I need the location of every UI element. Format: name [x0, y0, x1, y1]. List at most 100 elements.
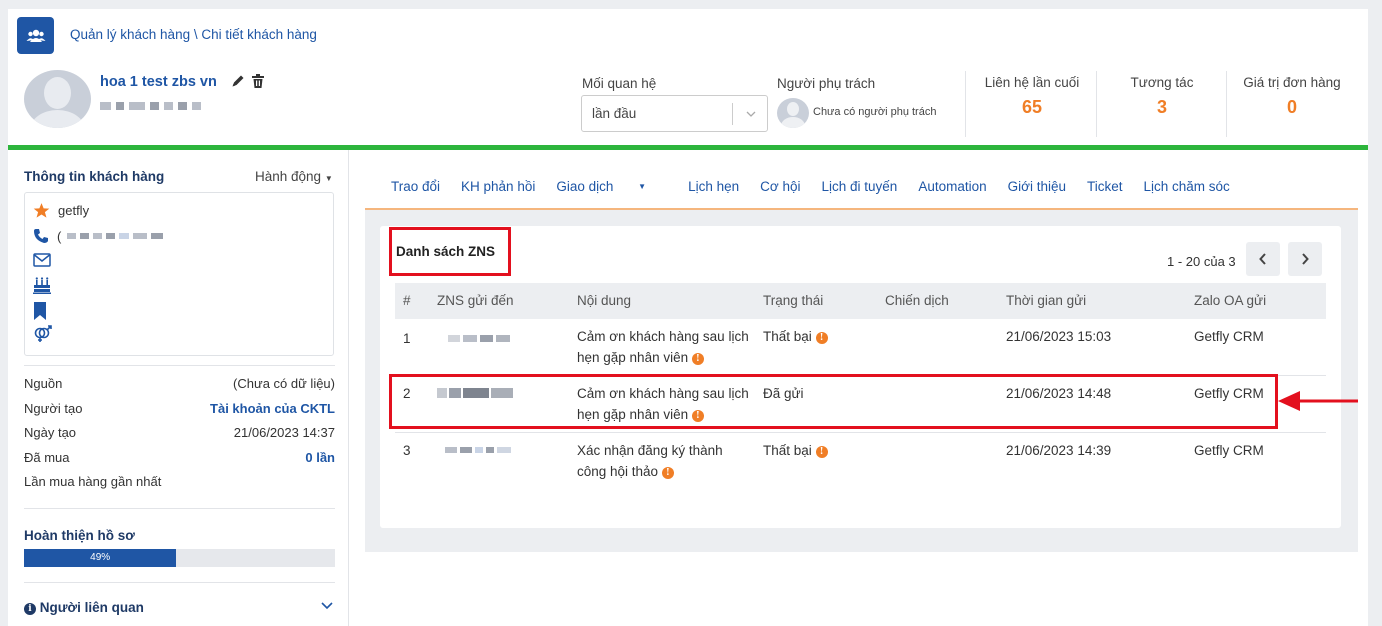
info-circle-icon[interactable]: ! — [661, 467, 674, 479]
row-sent-time: 21/06/2023 14:39 — [1006, 443, 1112, 458]
col-recipient: ZNS gửi đến — [437, 293, 514, 308]
table-row[interactable]: 1 Cảm ơn khách hàng sau lịch hẹn gặp nhâ… — [395, 319, 1326, 376]
owner-avatar — [777, 98, 809, 128]
tab-lich-di-tuyen[interactable]: Lịch đi tuyến — [822, 179, 898, 194]
tab-trao-doi[interactable]: Trao đổi — [391, 179, 440, 194]
tab-lich-hen[interactable]: Lịch hẹn — [688, 179, 739, 194]
phone-icon — [34, 229, 48, 243]
tab-giao-dich[interactable]: Giao dịch ▼ — [556, 179, 667, 194]
field-purchases: Đã mua 0 lần — [24, 450, 335, 465]
row-sent-time: 21/06/2023 15:03 — [1006, 329, 1112, 344]
zns-table-header: # ZNS gửi đến Nội dung Trạng thái Chiến … — [395, 283, 1326, 319]
stat-order-value: Giá trị đơn hàng 0 — [1230, 75, 1354, 118]
stat-label: Tương tác — [1130, 75, 1194, 90]
customers-module-button[interactable] — [17, 17, 54, 54]
gender-icon — [34, 325, 52, 342]
col-index: # — [403, 293, 411, 308]
tab-lich-cham-soc[interactable]: Lịch chăm sóc — [1144, 179, 1230, 194]
tab-automation[interactable]: Automation — [918, 179, 986, 194]
related-people-label: Người liên quan — [39, 600, 144, 615]
bookmark-icon — [34, 302, 46, 320]
related-people-toggle[interactable]: i Người liên quan — [24, 600, 144, 615]
info-circle-icon[interactable]: ! — [815, 446, 828, 458]
row-content: Cảm ơn khách hàng sau lịch hẹn gặp nhân … — [577, 326, 757, 368]
row-index: 1 — [403, 331, 411, 346]
tab-label: Giao dịch — [556, 179, 614, 194]
row-content: Xác nhận đăng ký thành công hội thảo ! — [577, 440, 747, 482]
status-text: Thất bại — [763, 329, 812, 344]
field-key: Người tạo — [24, 401, 83, 416]
header-divider — [8, 145, 1368, 150]
highlight-sent-row — [389, 374, 1278, 429]
trash-icon[interactable] — [252, 74, 264, 88]
customer-info-title: Thông tin khách hàng — [24, 169, 165, 184]
chevron-down-icon — [746, 111, 756, 117]
row-zalo-oa: Getfly CRM — [1194, 329, 1264, 344]
info-circle-icon[interactable]: ! — [691, 353, 704, 365]
stat-last-contact: Liên hệ lần cuối 65 — [970, 75, 1094, 118]
birthday-cake-icon — [33, 277, 51, 294]
star-icon — [33, 203, 50, 218]
next-page-button[interactable] — [1288, 242, 1322, 276]
chevron-right-icon — [1302, 253, 1309, 265]
actions-dropdown[interactable]: Hành động ▼ — [255, 169, 333, 184]
stat-value: 65 — [1021, 97, 1043, 117]
col-content: Nội dung — [577, 293, 632, 308]
relationship-select[interactable]: lần đầu — [581, 95, 768, 132]
field-last-purchase: Lần mua hàng gần nhất — [24, 474, 335, 489]
customer-tabs: Trao đổi KH phản hồi Giao dịch ▼ Lịch hẹ… — [391, 179, 1251, 194]
tab-ticket[interactable]: Ticket — [1087, 179, 1123, 194]
chevron-left-icon — [1259, 253, 1266, 265]
customer-contact-redacted — [100, 102, 201, 110]
field-value: 21/06/2023 14:37 — [233, 425, 335, 440]
recipient-redacted — [445, 447, 511, 453]
stat-value: 3 — [1156, 97, 1167, 117]
col-status: Trạng thái — [763, 293, 824, 308]
caret-down-icon: ▼ — [638, 182, 647, 191]
field-creator: Người tạo Tài khoản của CKTL — [24, 401, 335, 416]
caret-down-icon: ▼ — [324, 174, 333, 183]
field-source: Nguồn (Chưa có dữ liệu) — [24, 376, 335, 391]
pencil-icon[interactable] — [231, 74, 245, 88]
breadcrumb[interactable]: Quản lý khách hàng \ Chi tiết khách hàng — [70, 27, 317, 42]
tab-kh-phan-hoi[interactable]: KH phản hồi — [461, 179, 535, 194]
stat-label: Giá trị đơn hàng — [1243, 75, 1341, 90]
customer-detail-card: Quản lý khách hàng \ Chi tiết khách hàng… — [8, 9, 1368, 626]
chevron-down-icon[interactable] — [320, 598, 334, 612]
row-zalo-oa: Getfly CRM — [1194, 443, 1264, 458]
highlight-zns-title — [389, 227, 511, 276]
purchases-link[interactable]: 0 lần — [305, 450, 335, 465]
content-text: Cảm ơn khách hàng sau lịch hẹn gặp nhân … — [577, 329, 749, 365]
col-campaign: Chiến dịch — [885, 293, 949, 308]
stat-value: 0 — [1286, 97, 1297, 117]
profile-completion-title: Hoàn thiện hồ sơ — [24, 528, 135, 543]
table-row[interactable]: 3 Xác nhận đăng ký thành công hội thảo !… — [395, 433, 1326, 490]
col-sent-time: Thời gian gửi — [1006, 293, 1087, 308]
tab-gioi-thieu[interactable]: Giới thiệu — [1008, 179, 1066, 194]
prev-page-button[interactable] — [1246, 242, 1280, 276]
pagination-info: 1 - 20 của 3 — [1167, 254, 1236, 269]
field-key: Đã mua — [24, 450, 70, 465]
relationship-label: Mối quan hệ — [582, 76, 657, 91]
customer-info-box: getfly ( — [24, 192, 334, 356]
profile-progress-bar: 49% — [24, 549, 335, 567]
content-text: Xác nhận đăng ký thành công hội thảo — [577, 443, 723, 479]
recipient-redacted — [448, 335, 510, 342]
phone-prefix: ( — [57, 228, 62, 244]
info-circle-icon: i — [24, 603, 36, 615]
field-key: Lần mua hàng gần nhất — [24, 474, 162, 489]
row-status: Thất bại ! — [763, 440, 828, 461]
field-created-date: Ngày tạo 21/06/2023 14:37 — [24, 425, 335, 440]
customer-avatar — [24, 70, 91, 128]
actions-label: Hành động — [255, 169, 322, 184]
stat-interactions: Tương tác 3 — [1100, 75, 1224, 118]
users-icon — [26, 29, 45, 42]
info-circle-icon[interactable]: ! — [815, 332, 828, 344]
profile-progress-fill: 49% — [24, 549, 177, 567]
field-key: Nguồn — [24, 376, 63, 391]
owner-value[interactable]: Chưa có người phụ trách — [813, 106, 936, 118]
creator-link[interactable]: Tài khoản của CKTL — [210, 401, 335, 416]
status-text: Thất bại — [763, 443, 812, 458]
tab-co-hoi[interactable]: Cơ hội — [760, 179, 800, 194]
envelope-icon — [33, 253, 51, 267]
